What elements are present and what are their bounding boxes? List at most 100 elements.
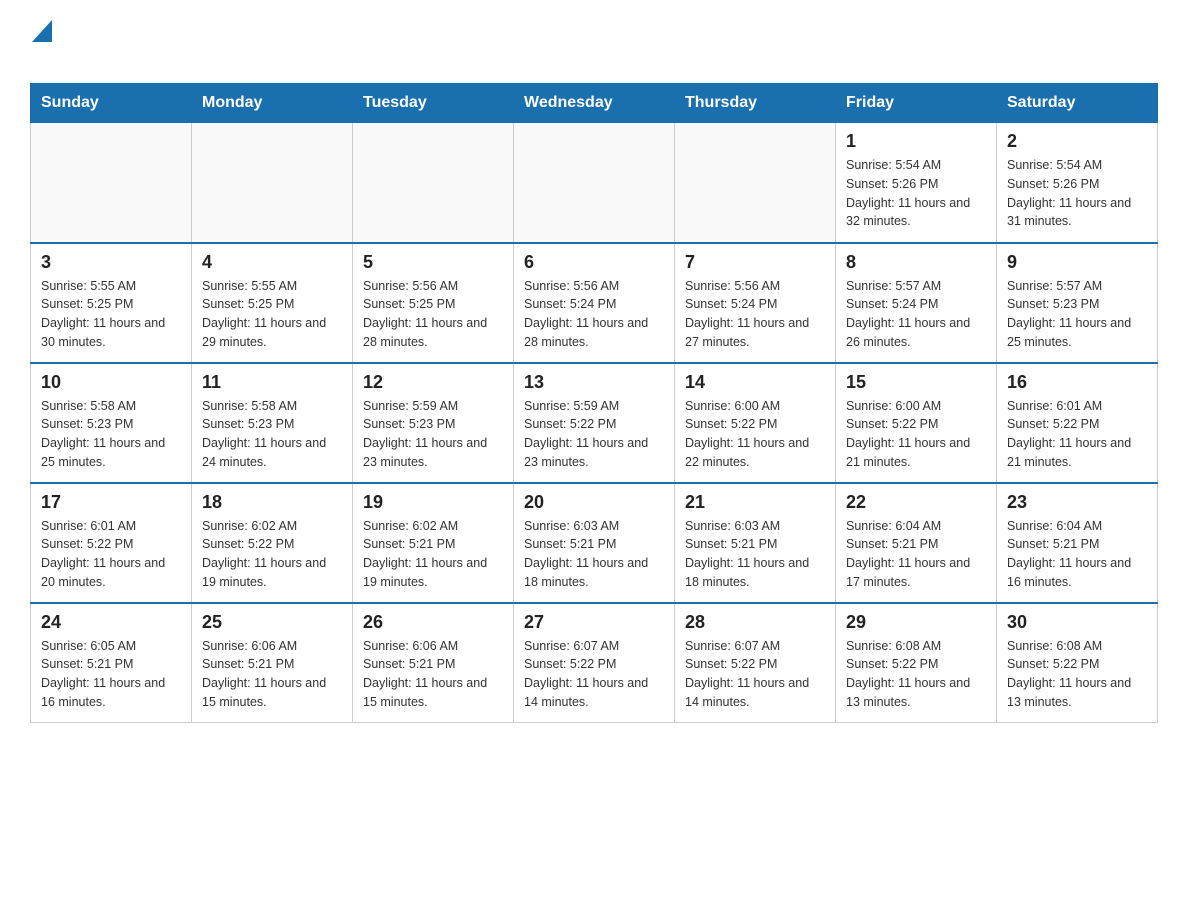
day-number: 10 [41,372,181,393]
calendar-day-cell: 29 Sunrise: 6:08 AMSunset: 5:22 PMDayligh… [836,603,997,723]
day-info: Sunrise: 5:59 AMSunset: 5:23 PMDaylight:… [363,397,503,472]
calendar-week-row: 24 Sunrise: 6:05 AMSunset: 5:21 PMDayligh… [31,603,1158,723]
day-number: 17 [41,492,181,513]
weekday-header-saturday: Saturday [997,84,1158,123]
day-info: Sunrise: 6:02 AMSunset: 5:22 PMDaylight:… [202,517,342,592]
calendar-week-row: 10 Sunrise: 5:58 AMSunset: 5:23 PMDayligh… [31,363,1158,483]
day-number: 27 [524,612,664,633]
day-info: Sunrise: 6:01 AMSunset: 5:22 PMDaylight:… [41,517,181,592]
calendar-day-cell [353,123,514,243]
weekday-header-sunday: Sunday [31,84,192,123]
calendar-day-cell: 10Sunrise: 5:58 AMSunset: 5:23 PMDayligh… [31,363,192,483]
day-info: Sunrise: 6:06 AMSunset: 5:21 PMDaylight:… [202,637,342,712]
calendar-day-cell: 27 Sunrise: 6:07 AMSunset: 5:22 PMDayligh… [514,603,675,723]
calendar-day-cell: 25 Sunrise: 6:06 AMSunset: 5:21 PMDayligh… [192,603,353,723]
calendar-day-cell: 18 Sunrise: 6:02 AMSunset: 5:22 PMDayligh… [192,483,353,603]
day-number: 1 [846,131,986,152]
calendar-day-cell: 8 Sunrise: 5:57 AMSunset: 5:24 PMDaylight… [836,243,997,363]
day-info: Sunrise: 6:07 AMSunset: 5:22 PMDaylight:… [524,637,664,712]
day-info: Sunrise: 5:54 AMSunset: 5:26 PMDaylight:… [846,156,986,231]
day-number: 5 [363,252,503,273]
day-info: Sunrise: 6:07 AMSunset: 5:22 PMDaylight:… [685,637,825,712]
calendar-day-cell: 13Sunrise: 5:59 AMSunset: 5:22 PMDayligh… [514,363,675,483]
calendar-day-cell: 9 Sunrise: 5:57 AMSunset: 5:23 PMDaylight… [997,243,1158,363]
day-number: 6 [524,252,664,273]
day-number: 24 [41,612,181,633]
calendar-week-row: 1 Sunrise: 5:54 AMSunset: 5:26 PMDaylight… [31,123,1158,243]
calendar-day-cell: 24 Sunrise: 6:05 AMSunset: 5:21 PMDayligh… [31,603,192,723]
day-number: 29 [846,612,986,633]
calendar-day-cell: 4 Sunrise: 5:55 AMSunset: 5:25 PMDaylight… [192,243,353,363]
day-info: Sunrise: 5:57 AMSunset: 5:23 PMDaylight:… [1007,277,1147,352]
day-number: 28 [685,612,825,633]
day-number: 11 [202,372,342,393]
day-number: 3 [41,252,181,273]
calendar-week-row: 3 Sunrise: 5:55 AMSunset: 5:25 PMDaylight… [31,243,1158,363]
day-info: Sunrise: 6:00 AMSunset: 5:22 PMDaylight:… [846,397,986,472]
day-number: 18 [202,492,342,513]
calendar-day-cell: 7 Sunrise: 5:56 AMSunset: 5:24 PMDaylight… [675,243,836,363]
day-info: Sunrise: 5:55 AMSunset: 5:25 PMDaylight:… [41,277,181,352]
calendar-day-cell: 11 Sunrise: 5:58 AMSunset: 5:23 PMDayligh… [192,363,353,483]
day-info: Sunrise: 6:01 AMSunset: 5:22 PMDaylight:… [1007,397,1147,472]
day-number: 21 [685,492,825,513]
calendar-day-cell: 19 Sunrise: 6:02 AMSunset: 5:21 PMDayligh… [353,483,514,603]
day-number: 8 [846,252,986,273]
calendar-day-cell [31,123,192,243]
calendar-day-cell [192,123,353,243]
day-info: Sunrise: 5:58 AMSunset: 5:23 PMDaylight:… [202,397,342,472]
day-number: 22 [846,492,986,513]
day-info: Sunrise: 6:03 AMSunset: 5:21 PMDaylight:… [685,517,825,592]
day-number: 15 [846,372,986,393]
day-info: Sunrise: 5:56 AMSunset: 5:24 PMDaylight:… [685,277,825,352]
day-number: 20 [524,492,664,513]
weekday-header-row: SundayMondayTuesdayWednesdayThursdayFrid… [31,84,1158,123]
calendar-day-cell: 30 Sunrise: 6:08 AMSunset: 5:22 PMDayligh… [997,603,1158,723]
day-info: Sunrise: 6:05 AMSunset: 5:21 PMDaylight:… [41,637,181,712]
weekday-header-tuesday: Tuesday [353,84,514,123]
weekday-header-monday: Monday [192,84,353,123]
calendar-day-cell: 2Sunrise: 5:54 AMSunset: 5:26 PMDaylight… [997,123,1158,243]
calendar-day-cell: 14Sunrise: 6:00 AMSunset: 5:22 PMDayligh… [675,363,836,483]
calendar-day-cell: 28 Sunrise: 6:07 AMSunset: 5:22 PMDayligh… [675,603,836,723]
calendar-day-cell [675,123,836,243]
day-info: Sunrise: 6:03 AMSunset: 5:21 PMDaylight:… [524,517,664,592]
day-number: 26 [363,612,503,633]
calendar-table: SundayMondayTuesdayWednesdayThursdayFrid… [30,83,1158,723]
day-number: 30 [1007,612,1147,633]
day-number: 12 [363,372,503,393]
calendar-day-cell: 26 Sunrise: 6:06 AMSunset: 5:21 PMDayligh… [353,603,514,723]
day-info: Sunrise: 5:57 AMSunset: 5:24 PMDaylight:… [846,277,986,352]
day-info: Sunrise: 6:06 AMSunset: 5:21 PMDaylight:… [363,637,503,712]
calendar-day-cell: 5 Sunrise: 5:56 AMSunset: 5:25 PMDaylight… [353,243,514,363]
day-info: Sunrise: 6:08 AMSunset: 5:22 PMDaylight:… [1007,637,1147,712]
day-number: 23 [1007,492,1147,513]
logo [30,20,52,73]
calendar-day-cell: 12 Sunrise: 5:59 AMSunset: 5:23 PMDayligh… [353,363,514,483]
day-number: 25 [202,612,342,633]
calendar-day-cell: 16Sunrise: 6:01 AMSunset: 5:22 PMDayligh… [997,363,1158,483]
calendar-day-cell: 17 Sunrise: 6:01 AMSunset: 5:22 PMDayligh… [31,483,192,603]
calendar-day-cell [514,123,675,243]
logo-arrow-icon [32,20,52,42]
calendar-day-cell: 1 Sunrise: 5:54 AMSunset: 5:26 PMDaylight… [836,123,997,243]
day-info: Sunrise: 6:08 AMSunset: 5:22 PMDaylight:… [846,637,986,712]
day-number: 14 [685,372,825,393]
day-number: 2 [1007,131,1147,152]
day-info: Sunrise: 6:04 AMSunset: 5:21 PMDaylight:… [846,517,986,592]
day-number: 4 [202,252,342,273]
calendar-day-cell: 15 Sunrise: 6:00 AMSunset: 5:22 PMDayligh… [836,363,997,483]
day-info: Sunrise: 6:02 AMSunset: 5:21 PMDaylight:… [363,517,503,592]
day-info: Sunrise: 5:56 AMSunset: 5:25 PMDaylight:… [363,277,503,352]
day-number: 7 [685,252,825,273]
weekday-header-friday: Friday [836,84,997,123]
day-info: Sunrise: 5:56 AMSunset: 5:24 PMDaylight:… [524,277,664,352]
calendar-day-cell: 22 Sunrise: 6:04 AMSunset: 5:21 PMDayligh… [836,483,997,603]
calendar-day-cell: 20 Sunrise: 6:03 AMSunset: 5:21 PMDayligh… [514,483,675,603]
calendar-day-cell: 23Sunrise: 6:04 AMSunset: 5:21 PMDayligh… [997,483,1158,603]
page-header [30,20,1158,73]
day-number: 19 [363,492,503,513]
day-info: Sunrise: 5:55 AMSunset: 5:25 PMDaylight:… [202,277,342,352]
day-info: Sunrise: 5:59 AMSunset: 5:22 PMDaylight:… [524,397,664,472]
day-number: 9 [1007,252,1147,273]
